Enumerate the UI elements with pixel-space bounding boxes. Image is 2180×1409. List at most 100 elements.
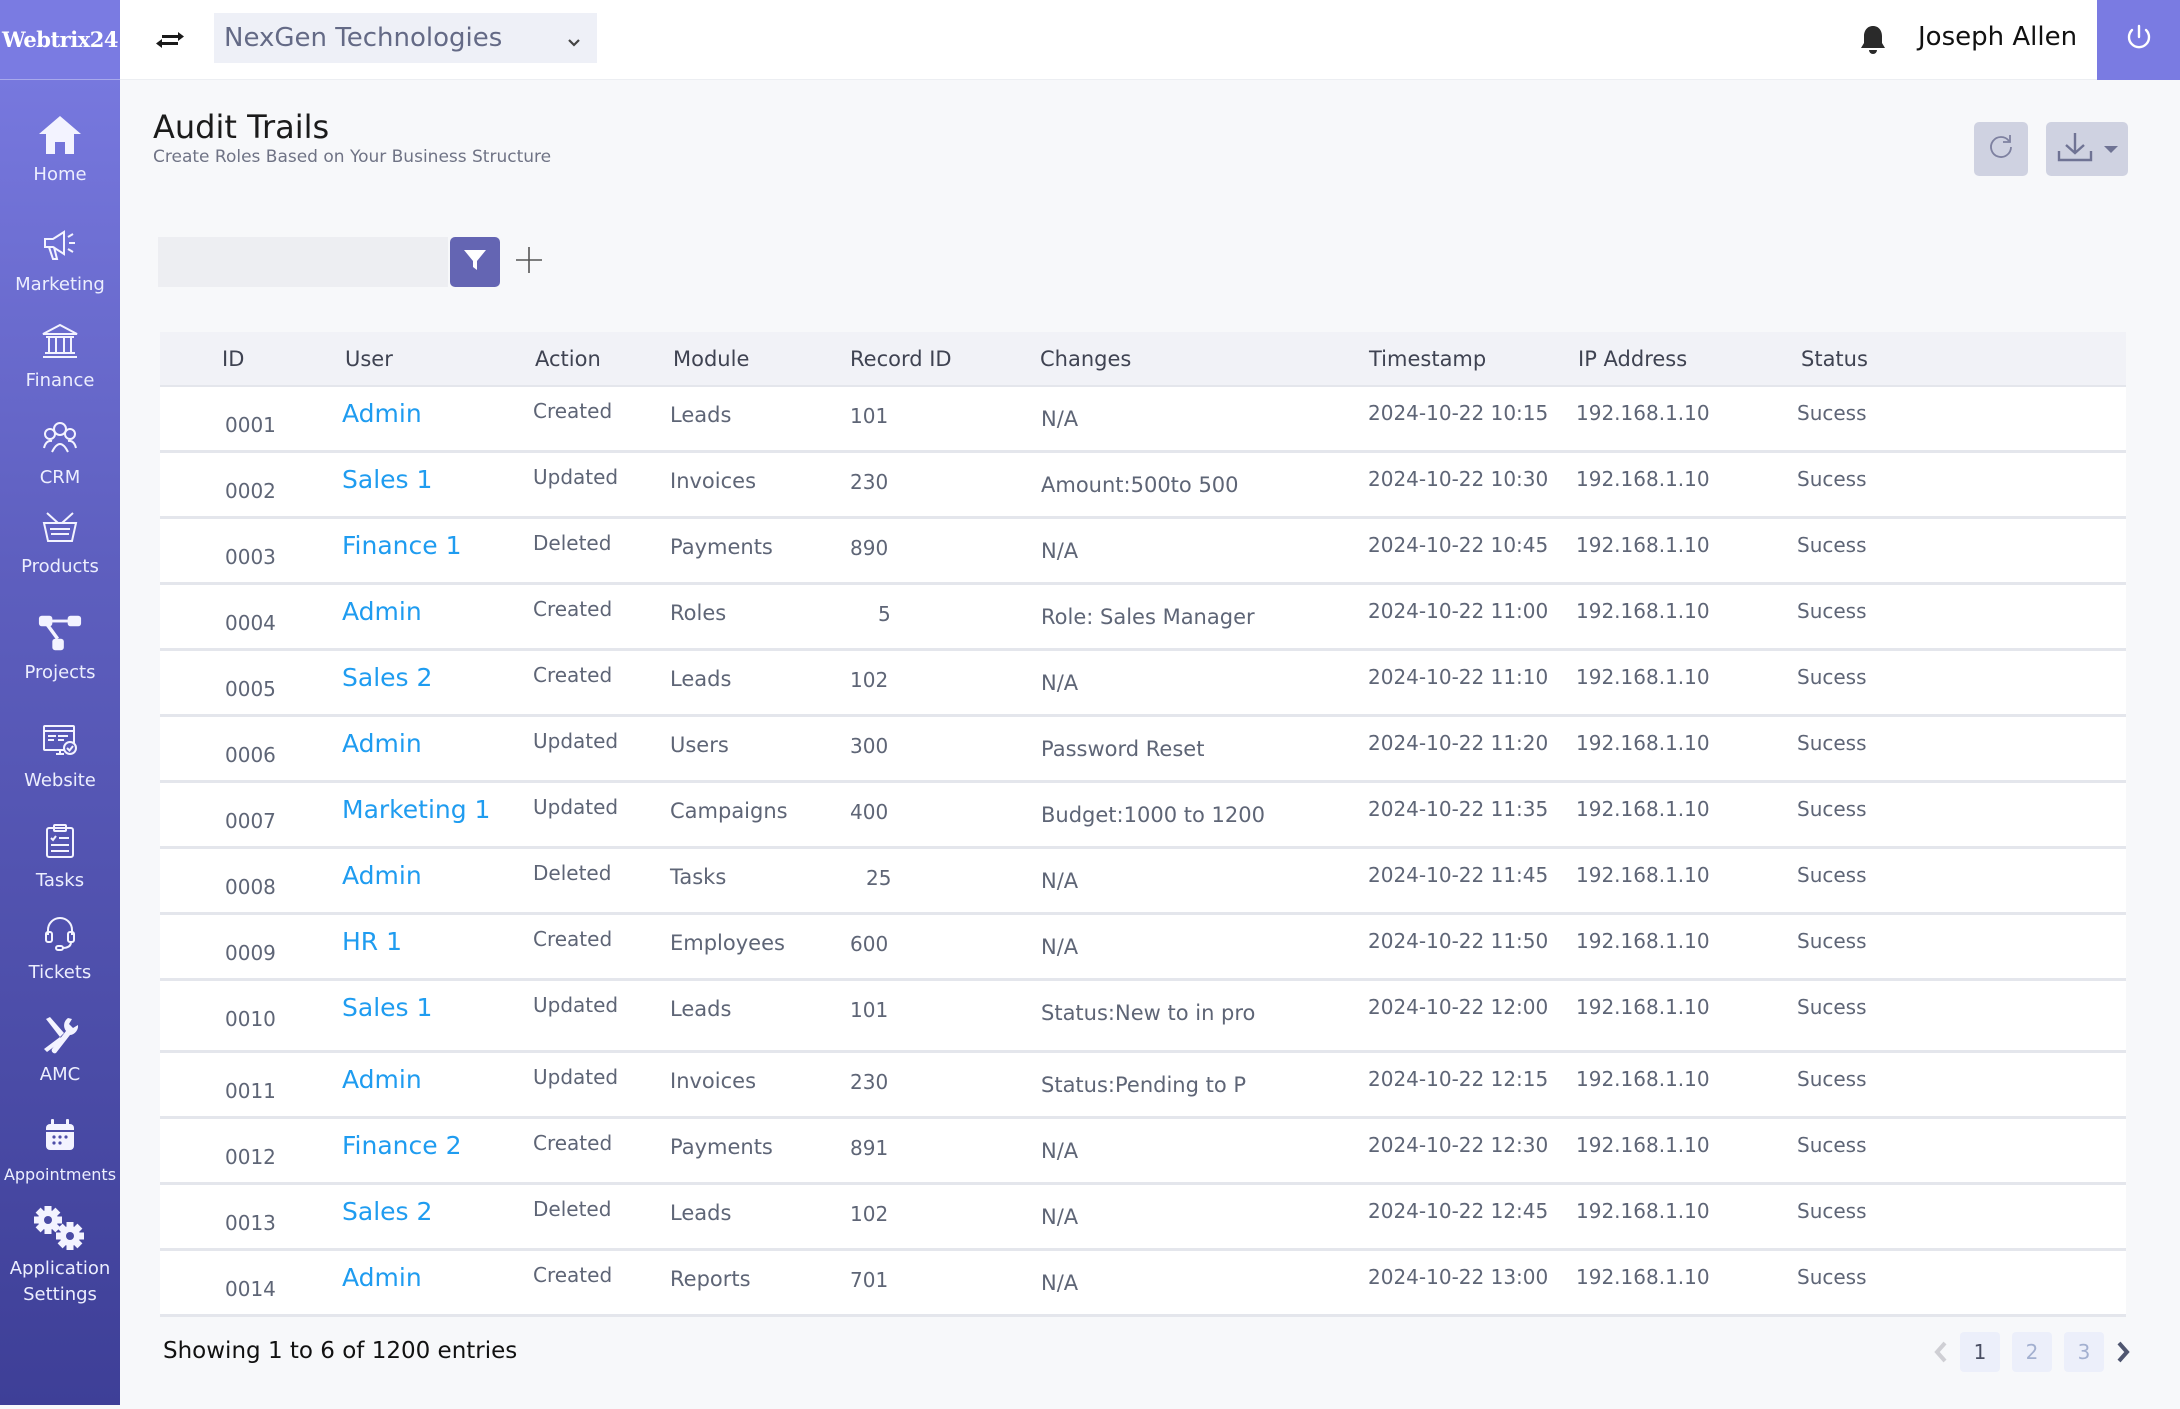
cell-user-link[interactable]: Sales 2: [342, 663, 432, 692]
cell-id: 0006: [225, 743, 276, 767]
cell-ip-address: 192.168.1.10: [1576, 929, 1710, 953]
sidebar-item-website[interactable]: Website: [0, 718, 120, 794]
cell-changes: N/A: [1041, 671, 1079, 695]
cell-user-link[interactable]: Admin: [342, 597, 422, 626]
sidebar-item-application-settings[interactable]: Application Settings: [0, 1206, 120, 1308]
column-header-changes[interactable]: Changes: [1040, 347, 1131, 371]
page-button-1[interactable]: 1: [1960, 1332, 2000, 1372]
caret-down-icon: [2104, 145, 2118, 153]
table-row[interactable]: 0009 HR 1 Created Employees 600 N/A 2024-10-22…: [160, 915, 2126, 981]
cell-changes: Amount:500to 500: [1041, 473, 1239, 497]
table-row[interactable]: 0012 Finance 2 Created Payments 891 N/A 2024-1…: [160, 1119, 2126, 1185]
filter-button[interactable]: [450, 237, 500, 287]
sidebar-item-label: CRM: [39, 467, 81, 488]
sidebar-item-crm[interactable]: CRM: [0, 415, 120, 491]
page-button-3[interactable]: 3: [2064, 1332, 2104, 1372]
column-header-module[interactable]: Module: [673, 347, 749, 371]
clipboard-icon: [37, 818, 83, 864]
table-row[interactable]: 0010 Sales 1 Updated Leads 101 Status:New to …: [160, 981, 2126, 1053]
cell-user-link[interactable]: Admin: [342, 861, 422, 890]
cell-module: Users: [670, 733, 729, 757]
cell-module: Reports: [670, 1267, 751, 1291]
sidebar-item-tasks[interactable]: Tasks: [0, 818, 120, 894]
column-header-user[interactable]: User: [345, 347, 393, 371]
sidebar-item-amc[interactable]: AMC: [0, 1012, 120, 1088]
cell-id: 0012: [225, 1145, 276, 1169]
prev-page-button[interactable]: [1928, 1332, 1954, 1372]
sidebar-item-appointments[interactable]: Appointments: [0, 1112, 120, 1188]
table-row[interactable]: 0003 Finance 1 Deleted Payments 890 N/A 2024-1…: [160, 519, 2126, 585]
cell-user-link[interactable]: Finance 1: [342, 531, 462, 560]
table-row[interactable]: 0001 Admin Created Leads 101 N/A 2024-10-22 10…: [160, 387, 2126, 453]
sidebar-item-label: AMC: [39, 1064, 81, 1085]
bell-icon[interactable]: [1858, 24, 1888, 56]
table-row[interactable]: 0008 Admin Deleted Tasks 25 N/A 2024-10-22 11:…: [160, 849, 2126, 915]
website-icon: [37, 718, 83, 764]
company-select-value: NexGen Technologies: [224, 23, 503, 53]
company-select[interactable]: NexGen Technologies: [214, 13, 597, 63]
cell-user-link[interactable]: Admin: [342, 729, 422, 758]
table-row[interactable]: 0014 Admin Created Reports 701 N/A 2024-10-22 …: [160, 1251, 2126, 1317]
pagination: 1 2 3: [1928, 1332, 2136, 1372]
swap-arrows-icon[interactable]: [154, 24, 186, 56]
table-row[interactable]: 0011 Admin Updated Invoices 230 Status:Pendin…: [160, 1053, 2126, 1119]
filter-input[interactable]: [158, 237, 448, 287]
cell-user-link[interactable]: HR 1: [342, 927, 402, 956]
column-header-action[interactable]: Action: [535, 347, 601, 371]
table-row[interactable]: 0002 Sales 1 Updated Invoices 230 Amount:500t…: [160, 453, 2126, 519]
column-header-id[interactable]: ID: [222, 347, 244, 371]
sidebar-item-home[interactable]: Home: [0, 112, 120, 188]
column-header-record-id[interactable]: Record ID: [850, 347, 952, 371]
cell-status: Sucess: [1797, 1265, 1867, 1289]
table-row[interactable]: 0006 Admin Updated Users 300 Password Reset 20…: [160, 717, 2126, 783]
refresh-button[interactable]: [1974, 122, 2028, 176]
sidebar-item-finance[interactable]: Finance: [0, 318, 120, 394]
add-filter-button[interactable]: [512, 240, 546, 284]
cell-id: 0010: [225, 1007, 276, 1031]
cell-user-link[interactable]: Finance 2: [342, 1131, 462, 1160]
cell-record-id: 101: [850, 404, 889, 428]
column-header-status[interactable]: Status: [1801, 347, 1868, 371]
cell-record-id: 600: [850, 932, 889, 956]
table-row[interactable]: 0004 Admin Created Roles 5 Role: Sales Manage…: [160, 585, 2126, 651]
sidebar-item-label: Tickets: [28, 962, 92, 983]
cell-user-link[interactable]: Sales 2: [342, 1197, 432, 1226]
user-name[interactable]: Joseph Allen: [1918, 22, 2077, 52]
column-header-ip-address[interactable]: IP Address: [1578, 347, 1687, 371]
cell-user-link[interactable]: Admin: [342, 1065, 422, 1094]
cell-action: Created: [533, 399, 613, 423]
next-page-button[interactable]: [2110, 1332, 2136, 1372]
cell-record-id: 400: [850, 800, 889, 824]
sidebar-item-marketing[interactable]: Marketing: [0, 222, 120, 298]
sidebar-item-tickets[interactable]: Tickets: [0, 910, 120, 986]
cell-ip-address: 192.168.1.10: [1576, 863, 1710, 887]
cell-user-link[interactable]: Sales 1: [342, 993, 432, 1022]
sidebar-item-label: Website: [24, 770, 96, 791]
sidebar-item-products[interactable]: Products: [0, 504, 120, 580]
top-header: NexGen Technologies Joseph Allen: [120, 0, 2180, 80]
cell-status: Sucess: [1797, 929, 1867, 953]
sidebar-item-label: Products: [21, 556, 99, 577]
cell-user-link[interactable]: Admin: [342, 399, 422, 428]
cell-timestamp: 2024-10-22 12:15: [1368, 1067, 1549, 1091]
cell-user-link[interactable]: Marketing 1: [342, 795, 490, 824]
funnel-icon: [463, 248, 487, 276]
cell-module: Leads: [670, 1201, 732, 1225]
cell-action: Updated: [533, 465, 619, 489]
cell-module: Tasks: [670, 865, 727, 889]
cell-changes: Budget:1000 to 1200: [1041, 803, 1265, 827]
page-button-2[interactable]: 2: [2012, 1332, 2052, 1372]
table-row[interactable]: 0005 Sales 2 Created Leads 102 N/A 2024-10-22 …: [160, 651, 2126, 717]
sidebar-item-projects[interactable]: Projects: [0, 610, 120, 686]
cell-user-link[interactable]: Sales 1: [342, 465, 432, 494]
cell-user-link[interactable]: Admin: [342, 1263, 422, 1292]
table-row[interactable]: 0007 Marketing 1 Updated Campaigns 400 Budget…: [160, 783, 2126, 849]
table-row[interactable]: 0013 Sales 2 Deleted Leads 102 N/A 2024-10-22 …: [160, 1185, 2126, 1251]
logout-button[interactable]: [2097, 0, 2180, 80]
column-header-timestamp[interactable]: Timestamp: [1369, 347, 1486, 371]
entries-info: Showing 1 to 6 of 1200 entries: [163, 1338, 518, 1364]
cell-action: Created: [533, 1131, 613, 1155]
download-button[interactable]: [2046, 122, 2128, 176]
cell-status: Sucess: [1797, 1133, 1867, 1157]
people-icon: [37, 415, 83, 461]
